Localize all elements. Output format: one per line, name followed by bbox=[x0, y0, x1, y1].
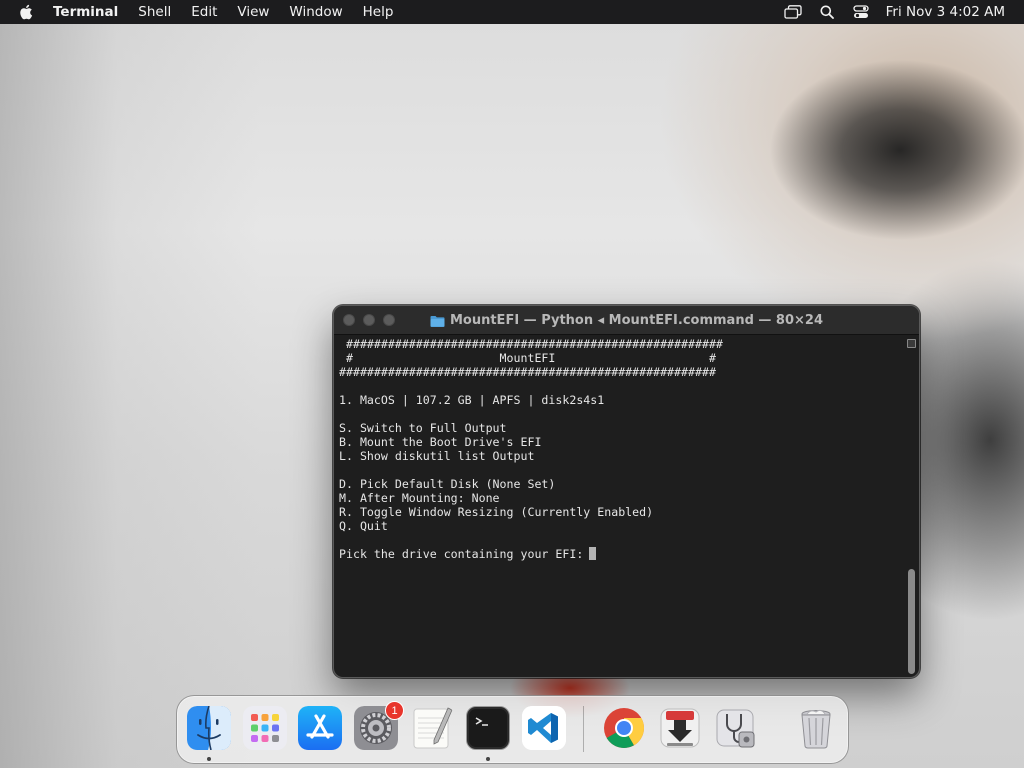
launchpad-icon bbox=[243, 706, 287, 750]
dock-separator bbox=[583, 706, 584, 752]
menu-view[interactable]: View bbox=[227, 4, 279, 20]
terminal-prompt: Pick the drive containing your EFI: bbox=[339, 547, 584, 561]
dock-launchpad[interactable] bbox=[243, 706, 287, 750]
running-indicator bbox=[207, 757, 211, 761]
scroll-marker-icon[interactable] bbox=[907, 339, 916, 348]
terminal-line: # MountEFI # bbox=[339, 351, 716, 365]
notification-badge: 1 bbox=[385, 701, 404, 720]
terminal-line: S. Switch to Full Output bbox=[339, 421, 507, 435]
search-icon[interactable] bbox=[818, 4, 836, 20]
close-button[interactable] bbox=[343, 314, 355, 326]
terminal-line: D. Pick Default Disk (None Set) bbox=[339, 477, 556, 491]
trash-icon bbox=[801, 709, 831, 749]
terminal-output: ########################################… bbox=[339, 337, 919, 561]
dock: 1 bbox=[176, 695, 849, 764]
terminal-line: ########################################… bbox=[339, 365, 716, 379]
running-indicator bbox=[486, 757, 490, 761]
dock-disk-utility[interactable] bbox=[714, 706, 758, 750]
dock-app-store[interactable] bbox=[298, 706, 342, 750]
dock-textedit[interactable] bbox=[410, 706, 454, 750]
window-title-text: MountEFI — Python ◂ MountEFI.command — 8… bbox=[449, 313, 824, 328]
vscode-icon bbox=[522, 706, 566, 750]
screen-mirroring-icon[interactable] bbox=[783, 4, 802, 20]
terminal-line: Q. Quit bbox=[339, 519, 388, 533]
minimize-button[interactable] bbox=[363, 314, 375, 326]
terminal-line: M. After Mounting: None bbox=[339, 491, 500, 505]
folder-icon bbox=[430, 315, 445, 327]
window-title-bar[interactable]: MountEFI — Python ◂ MountEFI.command — 8… bbox=[334, 306, 919, 335]
terminal-content[interactable]: ########################################… bbox=[334, 335, 919, 677]
window-title: MountEFI — Python ◂ MountEFI.command — 8… bbox=[334, 306, 919, 335]
chrome-icon bbox=[604, 708, 644, 748]
dock-trash[interactable] bbox=[794, 706, 838, 750]
vertical-scrollbar[interactable] bbox=[907, 339, 916, 677]
text-cursor bbox=[589, 547, 597, 560]
dock-visual-studio-code[interactable] bbox=[522, 706, 566, 750]
finder-icon bbox=[187, 706, 231, 750]
dock-google-chrome[interactable] bbox=[602, 706, 646, 750]
menu-bar-clock[interactable]: Fri Nov 3 4:02 AM bbox=[886, 4, 1005, 20]
apple-menu-icon[interactable] bbox=[19, 4, 35, 20]
dock-terminal[interactable] bbox=[466, 706, 510, 750]
terminal-icon bbox=[469, 709, 507, 747]
menu-window[interactable]: Window bbox=[279, 4, 352, 20]
window-controls bbox=[343, 314, 395, 326]
terminal-line: 1. MacOS | 107.2 GB | APFS | disk2s4s1 bbox=[339, 393, 605, 407]
menu-app-name[interactable]: Terminal bbox=[53, 4, 128, 20]
terminal-window: MountEFI — Python ◂ MountEFI.command — 8… bbox=[333, 305, 920, 678]
dock-installer[interactable] bbox=[658, 706, 702, 750]
app-store-icon bbox=[298, 706, 342, 750]
control-center-icon[interactable] bbox=[852, 4, 870, 20]
disk-utility-icon bbox=[716, 709, 755, 748]
download-arrow-icon bbox=[660, 708, 700, 748]
zoom-button[interactable] bbox=[383, 314, 395, 326]
menu-help[interactable]: Help bbox=[353, 4, 404, 20]
terminal-line: R. Toggle Window Resizing (Currently Ena… bbox=[339, 505, 654, 519]
menu-shell[interactable]: Shell bbox=[128, 4, 181, 20]
wallpaper bbox=[0, 24, 260, 768]
dock-finder[interactable] bbox=[187, 706, 231, 750]
menu-bar-status-area: Fri Nov 3 4:02 AM bbox=[776, 0, 1024, 24]
menu-edit[interactable]: Edit bbox=[181, 4, 227, 20]
terminal-line: L. Show diskutil list Output bbox=[339, 449, 535, 463]
textedit-icon bbox=[413, 707, 453, 749]
menu-bar: Terminal Shell Edit View Window Help Fri… bbox=[0, 0, 1024, 24]
terminal-line: B. Mount the Boot Drive's EFI bbox=[339, 435, 542, 449]
terminal-line: ########################################… bbox=[339, 337, 723, 351]
scrollbar-thumb[interactable] bbox=[908, 569, 915, 674]
